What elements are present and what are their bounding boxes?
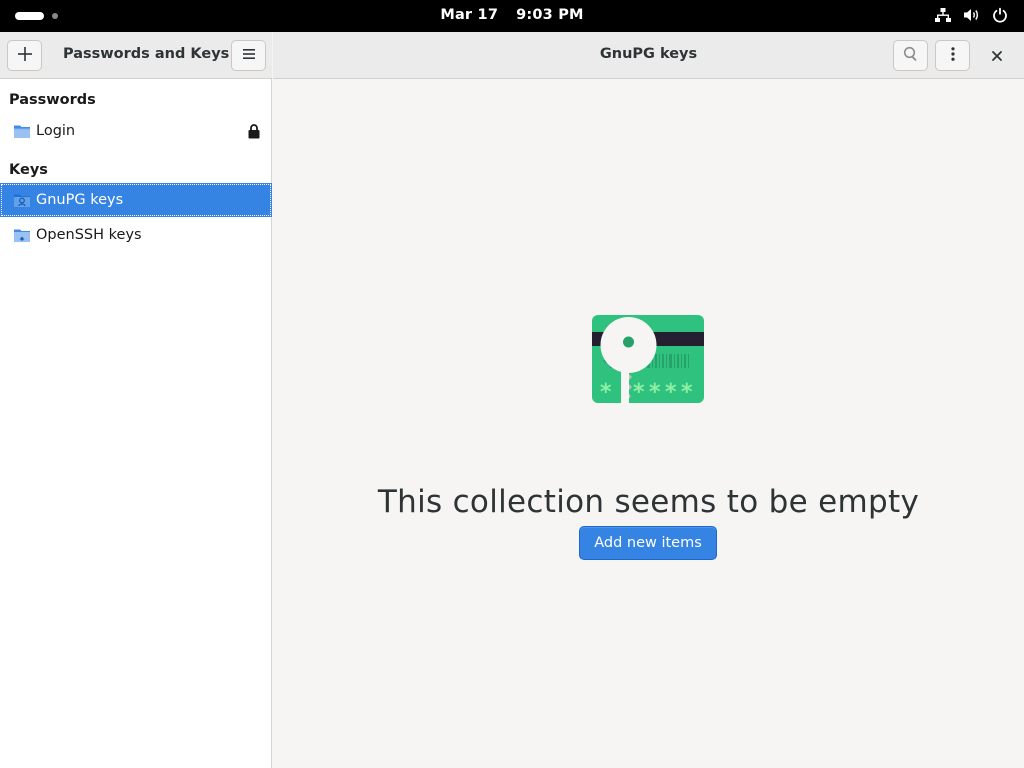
add-button[interactable] [7, 40, 42, 71]
app-title: Passwords and Keys [63, 46, 230, 62]
sidebar-item-openssh-keys[interactable]: OpenSSH keys [0, 218, 272, 252]
network-icon [935, 7, 951, 23]
lock-icon[interactable] [248, 123, 260, 143]
content-header: GnuPG keys [273, 32, 1024, 79]
sidebar: Passwords and Keys Passwords Login Keys … [0, 32, 272, 768]
plus-icon [17, 46, 33, 66]
hamburger-menu-icon [241, 46, 257, 66]
close-icon [991, 47, 1003, 66]
svg-text:*: * [681, 380, 693, 405]
svg-text:*: * [600, 380, 612, 405]
search-button[interactable] [893, 40, 928, 71]
gnupg-folder-icon [13, 192, 31, 208]
sidebar-header: Passwords and Keys [0, 32, 272, 79]
svg-text:*: * [633, 380, 645, 405]
main-menu-button[interactable] [231, 40, 266, 71]
section-title-keys: Keys [9, 162, 48, 178]
close-button[interactable] [986, 45, 1008, 67]
ssh-folder-icon [13, 227, 31, 243]
key-card-icon: * * * * * [590, 312, 708, 418]
clock-time: 9:03 PM [516, 7, 584, 23]
sidebar-item-label: Login [36, 123, 76, 139]
more-options-button[interactable] [935, 40, 970, 71]
system-top-bar: Mar 17 9:03 PM [0, 0, 1024, 32]
svg-text:*: * [665, 380, 677, 405]
clock-date: Mar 17 [440, 7, 499, 23]
search-icon [903, 46, 919, 66]
svg-text:*: * [649, 380, 661, 405]
add-new-items-button[interactable]: Add new items [579, 526, 717, 560]
folder-icon [13, 123, 31, 139]
sidebar-item-label: OpenSSH keys [36, 227, 142, 243]
volume-icon [963, 7, 980, 23]
empty-state-message: This collection seems to be empty [377, 484, 920, 520]
sidebar-item-gnupg-keys[interactable]: GnuPG keys [0, 183, 272, 217]
system-tray[interactable] [935, 7, 1008, 23]
clock[interactable]: Mar 17 9:03 PM [0, 7, 1024, 23]
kebab-menu-icon [945, 46, 961, 66]
power-icon [992, 7, 1008, 23]
sidebar-item-login[interactable]: Login [0, 114, 272, 148]
app-window: Passwords and Keys Passwords Login Keys … [0, 32, 1024, 768]
sidebar-item-label: GnuPG keys [36, 192, 124, 208]
section-title-passwords: Passwords [9, 92, 96, 108]
